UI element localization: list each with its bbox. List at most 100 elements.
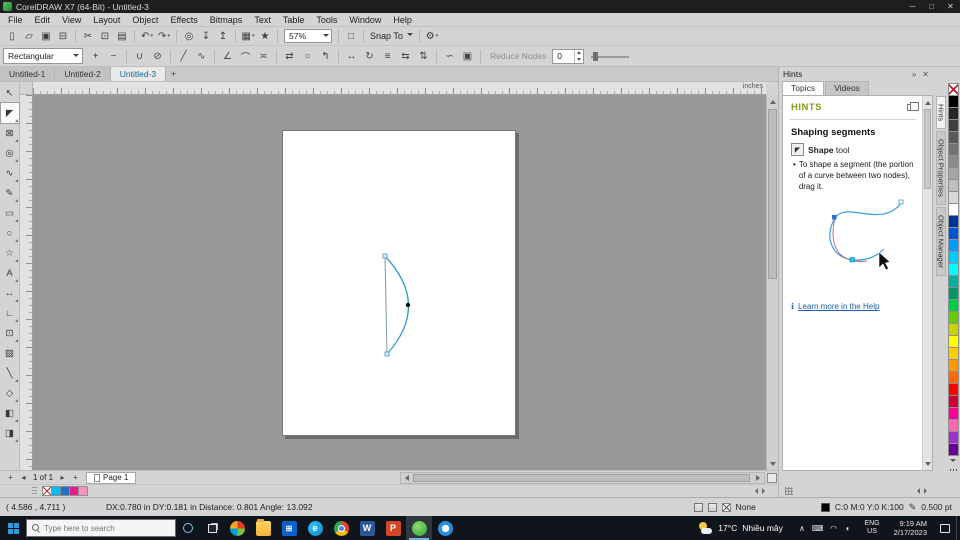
reverse-direction-icon[interactable]: ⇄ — [281, 48, 298, 65]
cut-icon[interactable]: ✂ — [80, 28, 96, 44]
docker-close-button[interactable]: ✕ — [919, 70, 932, 79]
hints-tab-videos[interactable]: Videos — [825, 81, 869, 95]
palette-options-icon[interactable] — [949, 469, 957, 471]
page-tab[interactable]: Page 1 — [86, 471, 137, 484]
open-icon[interactable]: ▱ — [21, 28, 37, 44]
document-info-icon[interactable] — [693, 502, 703, 512]
taskbar-app-word[interactable]: W — [354, 516, 380, 540]
docker-tab-object-properties[interactable]: Object Properties — [936, 131, 946, 206]
start-button[interactable] — [0, 516, 26, 540]
scroll-down-icon[interactable] — [923, 458, 932, 470]
menu-edit[interactable]: Edit — [29, 15, 57, 25]
docker-collapse-button[interactable]: » — [909, 70, 919, 79]
menu-bitmaps[interactable]: Bitmaps — [204, 15, 249, 25]
application-launcher-icon[interactable]: ▦ ▾ — [240, 28, 256, 44]
reflect-horizontal-icon[interactable]: ⇆ — [397, 48, 414, 65]
zoom-tool[interactable]: ◎ — [1, 143, 19, 163]
spinner-arrows[interactable] — [574, 49, 583, 63]
selected-node[interactable] — [405, 302, 411, 308]
smooth-node-icon[interactable]: ⌒ — [237, 48, 254, 65]
freehand-tool[interactable]: ∿ — [1, 163, 19, 183]
document-tab-untitled-2[interactable]: Untitled-2 — [55, 67, 111, 81]
save-icon[interactable]: ▣ — [38, 28, 54, 44]
crop-tool[interactable]: ⊠ — [1, 123, 19, 143]
cusp-node-icon[interactable]: ∠ — [219, 48, 236, 65]
learn-more-link[interactable]: Learn more in the Help — [798, 302, 879, 311]
search-content-icon[interactable]: ◎ — [181, 28, 197, 44]
document-tab-untitled-1[interactable]: Untitled-1 — [0, 67, 56, 81]
palette-scroll-left-icon[interactable] — [752, 488, 758, 494]
drawing-canvas[interactable] — [33, 95, 766, 470]
previous-page-button[interactable]: ◂ — [17, 472, 30, 484]
convert-to-curve-icon[interactable]: ∿ — [193, 48, 210, 65]
menu-view[interactable]: View — [56, 15, 87, 25]
text-tool[interactable]: A — [1, 263, 19, 283]
rectangle-tool[interactable]: ▭ — [1, 203, 19, 223]
shape-tool[interactable]: ◤ — [0, 102, 20, 124]
new-window-icon[interactable] — [907, 102, 919, 111]
menu-file[interactable]: File — [2, 15, 29, 25]
welcome-screen-icon[interactable]: ★ — [257, 28, 273, 44]
close-curve-icon[interactable]: ○ — [299, 48, 316, 65]
volume-icon[interactable]: ◖ — [843, 524, 851, 533]
menu-tools[interactable]: Tools — [310, 15, 343, 25]
taskbar-app-coreldraw-suite[interactable] — [224, 516, 250, 540]
taskbar-app-file-explorer[interactable] — [250, 516, 276, 540]
hidden-icons-chevron[interactable]: ∧ — [798, 524, 806, 533]
ellipse-tool[interactable]: ○ — [1, 223, 19, 243]
document-navigator-button[interactable] — [767, 473, 777, 483]
selection-mode-combo[interactable]: Rectangular — [3, 48, 83, 64]
align-nodes-icon[interactable]: ≡ — [379, 48, 396, 65]
break-curve-icon[interactable]: ⊘ — [149, 48, 166, 65]
zoom-level-combo[interactable]: 57% — [284, 29, 332, 43]
delete-node-icon[interactable]: − — [105, 48, 122, 65]
show-desktop-button[interactable] — [956, 516, 960, 540]
scroll-up-icon[interactable] — [767, 95, 778, 107]
vertical-ruler[interactable] — [20, 95, 33, 470]
docker-tab-hints[interactable]: Hints — [936, 96, 946, 130]
taskbar-app-edge[interactable]: e — [302, 516, 328, 540]
select-all-nodes-icon[interactable]: ▣ — [459, 48, 476, 65]
stretch-nodes-icon[interactable]: ↔ — [343, 48, 360, 65]
join-nodes-icon[interactable]: ∪ — [131, 48, 148, 65]
color-eyedropper-tool[interactable]: ╲ — [1, 363, 19, 383]
maximize-button[interactable]: □ — [922, 0, 941, 13]
pick-tool[interactable]: ↖ — [1, 83, 19, 103]
redo-icon[interactable]: ↷ ▾ — [156, 28, 172, 44]
arrow-right-icon[interactable] — [924, 487, 930, 494]
hints-tab-topics[interactable]: Topics — [782, 81, 825, 95]
spinner-down-icon[interactable] — [575, 56, 583, 63]
add-node-icon[interactable]: + — [87, 48, 104, 65]
hints-scrollbar[interactable] — [922, 96, 932, 470]
taskbar-app-safari[interactable] — [432, 516, 458, 540]
menu-object[interactable]: Object — [126, 15, 164, 25]
artistic-media-tool[interactable]: ✎ — [1, 183, 19, 203]
taskbar-app-chrome[interactable] — [328, 516, 354, 540]
menu-help[interactable]: Help — [387, 15, 418, 25]
interactive-fill-tool[interactable]: ◨ — [1, 423, 19, 443]
reduce-nodes-button[interactable]: Reduce Nodes — [490, 51, 546, 61]
convert-to-line-icon[interactable]: ╱ — [175, 48, 192, 65]
color-settings-icon[interactable] — [707, 502, 717, 512]
arrow-left-icon[interactable] — [914, 487, 920, 494]
horizontal-ruler[interactable]: inches — [33, 82, 766, 95]
drop-shadow-tool[interactable]: ⊡ — [1, 323, 19, 343]
horizontal-scrollbar[interactable] — [400, 472, 765, 484]
scroll-up-icon[interactable] — [923, 96, 932, 108]
action-center-button[interactable] — [934, 516, 956, 540]
task-view-button[interactable] — [200, 516, 224, 540]
reflect-vertical-icon[interactable]: ⇅ — [415, 48, 432, 65]
print-icon[interactable]: ⊟ — [55, 28, 71, 44]
cortana-button[interactable] — [176, 516, 200, 540]
ruler-origin-button[interactable] — [20, 82, 33, 95]
new-document-icon[interactable]: ▯ — [4, 28, 20, 44]
vertical-scrollbar[interactable] — [766, 95, 778, 470]
taskbar-app-coreldraw-x7[interactable] — [406, 516, 432, 540]
curve-smoothness-slider[interactable] — [589, 48, 631, 65]
next-page-button[interactable]: ▸ — [56, 472, 69, 484]
no-color-swatch[interactable] — [947, 83, 959, 96]
scroll-left-icon[interactable] — [401, 473, 412, 483]
drawing-curve-object[interactable] — [33, 95, 766, 470]
import-icon[interactable]: ↧ — [198, 28, 214, 44]
vertical-scrollbar-thumb[interactable] — [768, 109, 777, 279]
